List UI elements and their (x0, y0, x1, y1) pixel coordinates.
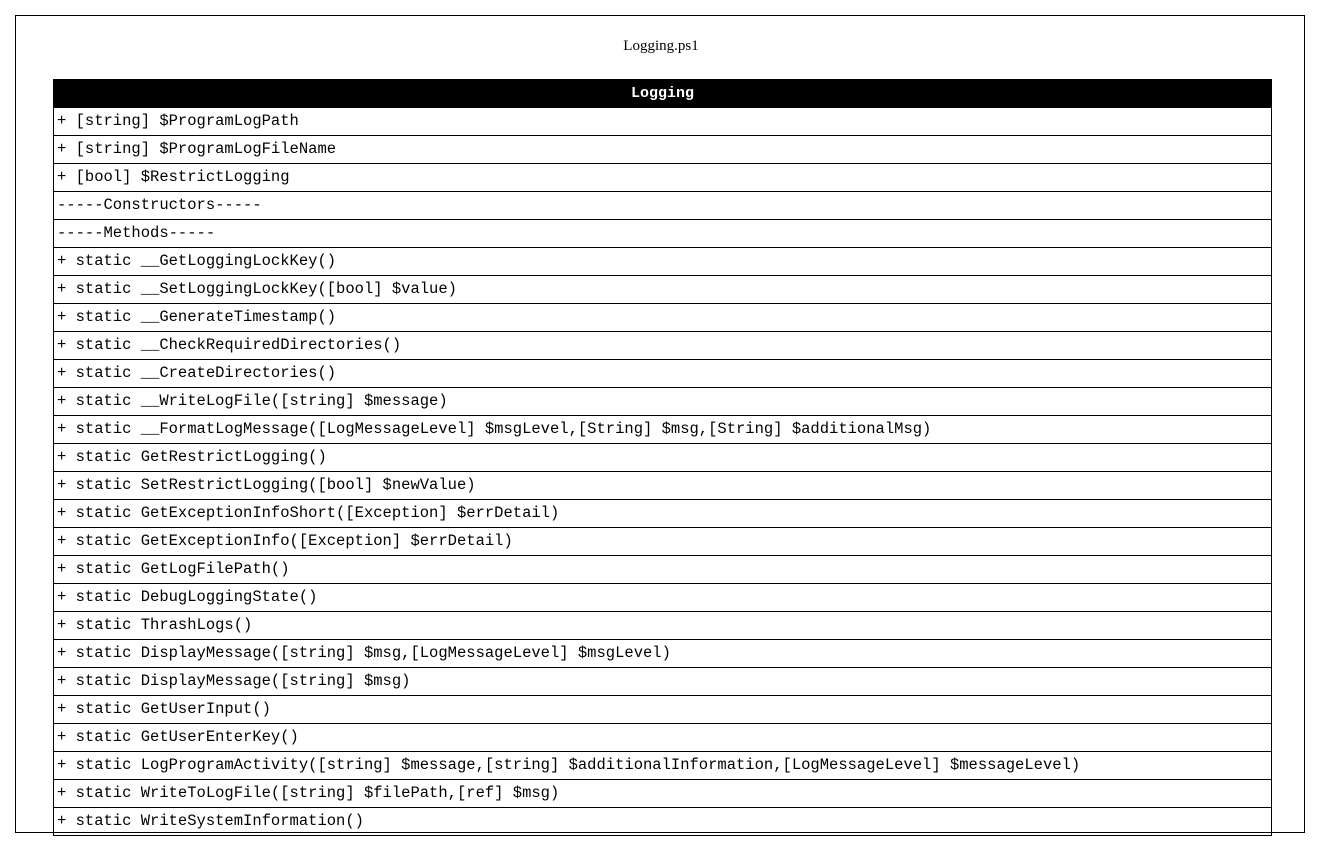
class-member-row: + static __GetLoggingLockKey() (54, 247, 1271, 275)
class-members: + [string] $ProgramLogPath + [string] $Pr… (54, 107, 1271, 835)
class-member-row: + static __GenerateTimestamp() (54, 303, 1271, 331)
class-member-row: + static ThrashLogs() (54, 611, 1271, 639)
class-member-row: + [string] $ProgramLogFileName (54, 135, 1271, 163)
class-member-row: + static GetRestrictLogging() (54, 443, 1271, 471)
class-member-row: -----Constructors----- (54, 191, 1271, 219)
class-member-row: + static DisplayMessage([string] $msg) (54, 667, 1271, 695)
class-name: Logging (54, 80, 1271, 107)
class-member-row: + static SetRestrictLogging([bool] $newV… (54, 471, 1271, 499)
class-member-row: + [string] $ProgramLogPath (54, 107, 1271, 135)
class-member-row: + static __CheckRequiredDirectories() (54, 331, 1271, 359)
class-member-row: + static __CreateDirectories() (54, 359, 1271, 387)
class-member-row: -----Methods----- (54, 219, 1271, 247)
class-member-row: + static LogProgramActivity([string] $me… (54, 751, 1271, 779)
class-member-row: + static DebugLoggingState() (54, 583, 1271, 611)
class-member-row: + static WriteToLogFile([string] $filePa… (54, 779, 1271, 807)
class-member-row: + static WriteSystemInformation() (54, 807, 1271, 835)
class-box-logging: Logging + [string] $ProgramLogPath + [str… (53, 79, 1272, 836)
class-member-row: + static GetUserInput() (54, 695, 1271, 723)
diagram-frame: Logging.ps1 Logging + [string] $ProgramL… (15, 15, 1305, 836)
class-member-row: + static __SetLoggingLockKey([bool] $val… (54, 275, 1271, 303)
class-member-row: + static DisplayMessage([string] $msg,[L… (54, 639, 1271, 667)
class-member-row: + [bool] $RestrictLogging (54, 163, 1271, 191)
class-member-row: + static __WriteLogFile([string] $messag… (54, 387, 1271, 415)
class-member-row: + static GetExceptionInfoShort([Exceptio… (54, 499, 1271, 527)
class-member-row: + static GetLogFilePath() (54, 555, 1271, 583)
diagram-title: Logging.ps1 (623, 38, 699, 54)
class-member-row: + static __FormatLogMessage([LogMessageL… (54, 415, 1271, 443)
class-member-row: + static GetUserEnterKey() (54, 723, 1271, 751)
class-member-row: + static GetExceptionInfo([Exception] $e… (54, 527, 1271, 555)
